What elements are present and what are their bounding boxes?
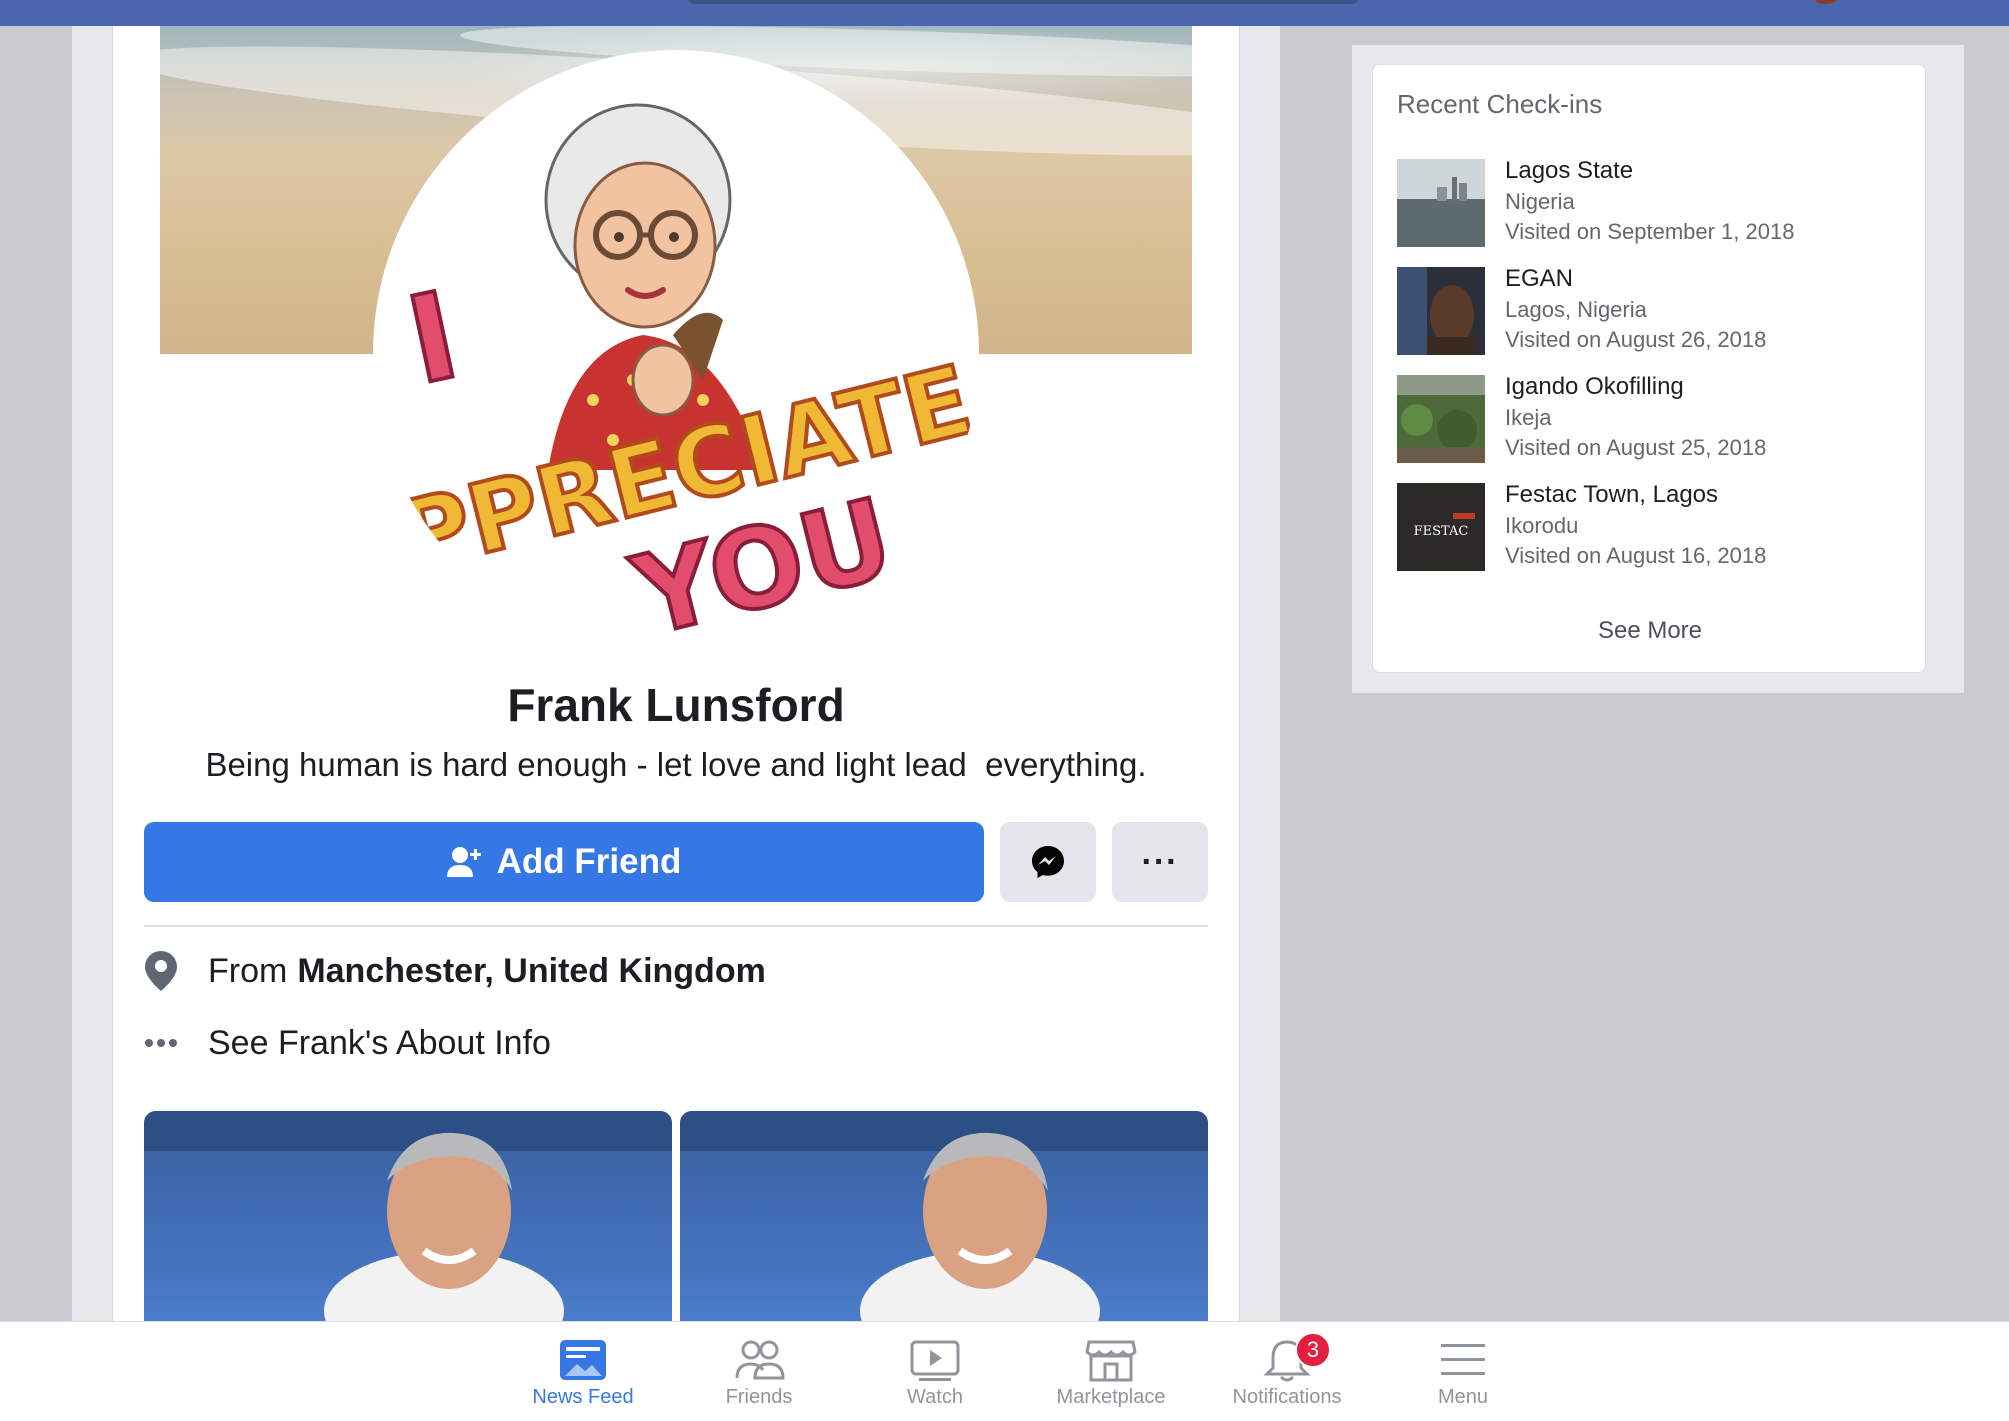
about-info-row[interactable]: See Frank's About Info xyxy=(144,1018,1208,1068)
tab-menu[interactable]: Menu xyxy=(1383,1338,1543,1418)
checkin-item[interactable]: Igando Okofilling Ikeja Visited on Augus… xyxy=(1397,373,1907,463)
message-button[interactable] xyxy=(1000,822,1096,902)
checkin-item[interactable]: FESTAC Festac Town, Lagos Ikorodu Visite… xyxy=(1397,481,1907,571)
checkin-thumbnail: FESTAC xyxy=(1397,483,1485,571)
festac-thumbnail-text: FESTAC xyxy=(1414,524,1469,539)
checkin-location: Lagos, Nigeria xyxy=(1505,297,1647,322)
checkin-thumbnail xyxy=(1397,159,1485,247)
tab-label: Notifications xyxy=(1232,1386,1342,1408)
checkin-location: Nigeria xyxy=(1505,189,1575,214)
hometown-place[interactable]: Manchester, United Kingdom xyxy=(297,952,766,991)
watch-icon xyxy=(910,1340,960,1381)
checkin-date: Visited on August 16, 2018 xyxy=(1505,543,1767,568)
profile-photo-thumbnail[interactable] xyxy=(144,1111,672,1321)
tab-notifications[interactable]: 3 Notifications xyxy=(1207,1332,1367,1418)
profile-photo-thumbnail[interactable] xyxy=(680,1111,1208,1321)
messenger-icon xyxy=(1032,846,1064,878)
tab-friends[interactable]: Friends xyxy=(679,1338,839,1418)
top-bar xyxy=(0,0,2009,26)
marketplace-icon xyxy=(1085,1340,1137,1382)
hometown-row: From Manchester, United Kingdom xyxy=(144,946,1208,996)
checkin-place[interactable]: Igando Okofilling xyxy=(1505,373,1684,401)
checkin-place[interactable]: Lagos State xyxy=(1505,157,1633,185)
checkin-thumbnail xyxy=(1397,267,1485,355)
checkin-location: Ikeja xyxy=(1505,405,1552,430)
profile-name: Frank Lunsford xyxy=(507,679,845,731)
checkin-date: Visited on August 26, 2018 xyxy=(1505,327,1767,352)
checkin-date: Visited on September 1, 2018 xyxy=(1505,219,1795,244)
more-options-button[interactable]: ··· xyxy=(1112,822,1208,902)
tab-label: Marketplace xyxy=(1056,1386,1166,1408)
checkin-place[interactable]: EGAN xyxy=(1505,265,1573,293)
recent-checkins-title: Recent Check-ins xyxy=(1397,89,1603,119)
location-pin-icon xyxy=(144,950,208,992)
friends-icon xyxy=(735,1340,785,1380)
bottom-tab-bar: News Feed Friends Watch Marketplace 3 No… xyxy=(0,1321,2009,1421)
tab-label: Friends xyxy=(725,1386,793,1408)
account-avatar[interactable] xyxy=(1815,0,1837,4)
checkin-item[interactable]: Lagos State Nigeria Visited on September… xyxy=(1397,157,1907,247)
profile-bio: Being human is hard enough - let love an… xyxy=(205,746,1147,783)
checkin-thumbnail xyxy=(1397,375,1485,463)
tab-label: News Feed xyxy=(532,1386,634,1408)
add-friend-label: Add Friend xyxy=(496,842,682,881)
checkin-location: Ikorodu xyxy=(1505,513,1579,538)
checkin-place[interactable]: Festac Town, Lagos xyxy=(1505,481,1718,509)
search-bar[interactable] xyxy=(688,0,1358,4)
checkin-item[interactable]: EGAN Lagos, Nigeria Visited on August 26… xyxy=(1397,265,1907,355)
tab-news-feed[interactable]: News Feed xyxy=(503,1338,663,1418)
add-friend-icon xyxy=(446,847,481,877)
news-feed-icon xyxy=(560,1340,606,1380)
ellipsis-icon xyxy=(144,1038,208,1048)
about-info-link[interactable]: See Frank's About Info xyxy=(208,1024,551,1063)
profile-picture[interactable]: I PPRECIATE YOU xyxy=(373,50,979,656)
appreciate-sticker-letter-i: I xyxy=(397,267,470,412)
more-options-icon: ··· xyxy=(1141,842,1179,881)
menu-icon xyxy=(1441,1344,1485,1375)
divider xyxy=(144,925,1208,927)
recent-checkins-card: Recent Check-ins Lagos State Nigeria Vis… xyxy=(1372,64,1926,673)
tab-label: Menu xyxy=(1437,1386,1489,1408)
add-friend-button[interactable]: Add Friend xyxy=(144,822,984,902)
notification-count-badge: 3 xyxy=(1295,1332,1331,1368)
tab-watch[interactable]: Watch xyxy=(855,1338,1015,1418)
tab-label: Watch xyxy=(907,1386,963,1408)
tab-marketplace[interactable]: Marketplace xyxy=(1031,1338,1191,1418)
see-more-link[interactable]: See More xyxy=(1373,617,1927,645)
checkin-date: Visited on August 25, 2018 xyxy=(1505,435,1767,460)
hometown-prefix: From xyxy=(208,951,288,990)
